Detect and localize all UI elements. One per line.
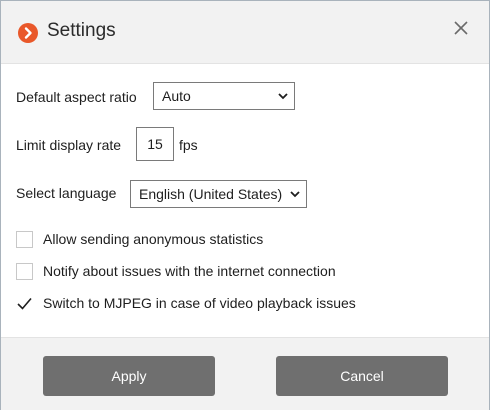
cancel-button[interactable]: Cancel — [276, 356, 448, 396]
aspect-ratio-label: Default aspect ratio — [16, 89, 137, 105]
close-button[interactable] — [451, 18, 471, 38]
language-value: English (United States) — [139, 186, 283, 202]
chevron-right-icon — [24, 27, 32, 39]
close-icon — [454, 21, 468, 35]
dialog-title: Settings — [47, 20, 116, 41]
internet-issues-option[interactable]: Notify about issues with the internet co… — [16, 262, 376, 284]
internet-issues-label: Notify about issues with the internet co… — [43, 263, 336, 279]
settings-content: Default aspect ratio Auto Limit display … — [1, 64, 489, 337]
mjpeg-fallback-label: Switch to MJPEG in case of video playbac… — [43, 295, 356, 311]
dialog-footer: Apply Cancel — [1, 337, 489, 410]
display-rate-input[interactable]: 15 — [136, 127, 174, 161]
language-label: Select language — [16, 185, 117, 201]
app-logo-icon — [18, 23, 38, 43]
display-rate-label: Limit display rate — [16, 137, 122, 153]
title-bar: Settings — [1, 1, 489, 64]
chevron-down-icon — [278, 93, 288, 100]
internet-issues-checkbox[interactable] — [16, 263, 33, 280]
anonymous-statistics-label: Allow sending anonymous statistics — [43, 231, 264, 247]
mjpeg-fallback-option[interactable]: Switch to MJPEG in case of video playbac… — [16, 294, 376, 316]
chevron-down-icon — [290, 191, 300, 198]
anonymous-statistics-checkbox[interactable] — [16, 231, 33, 248]
mjpeg-fallback-checkbox[interactable] — [16, 295, 33, 312]
checkmark-icon — [17, 297, 32, 310]
language-select[interactable]: English (United States) — [130, 180, 307, 208]
anonymous-statistics-option[interactable]: Allow sending anonymous statistics — [16, 230, 316, 252]
apply-button[interactable]: Apply — [43, 356, 215, 396]
aspect-ratio-select[interactable]: Auto — [153, 82, 295, 110]
display-rate-unit: fps — [179, 137, 198, 153]
aspect-ratio-value: Auto — [162, 88, 191, 104]
settings-dialog: Settings Default aspect ratio Auto Limit… — [0, 0, 490, 410]
